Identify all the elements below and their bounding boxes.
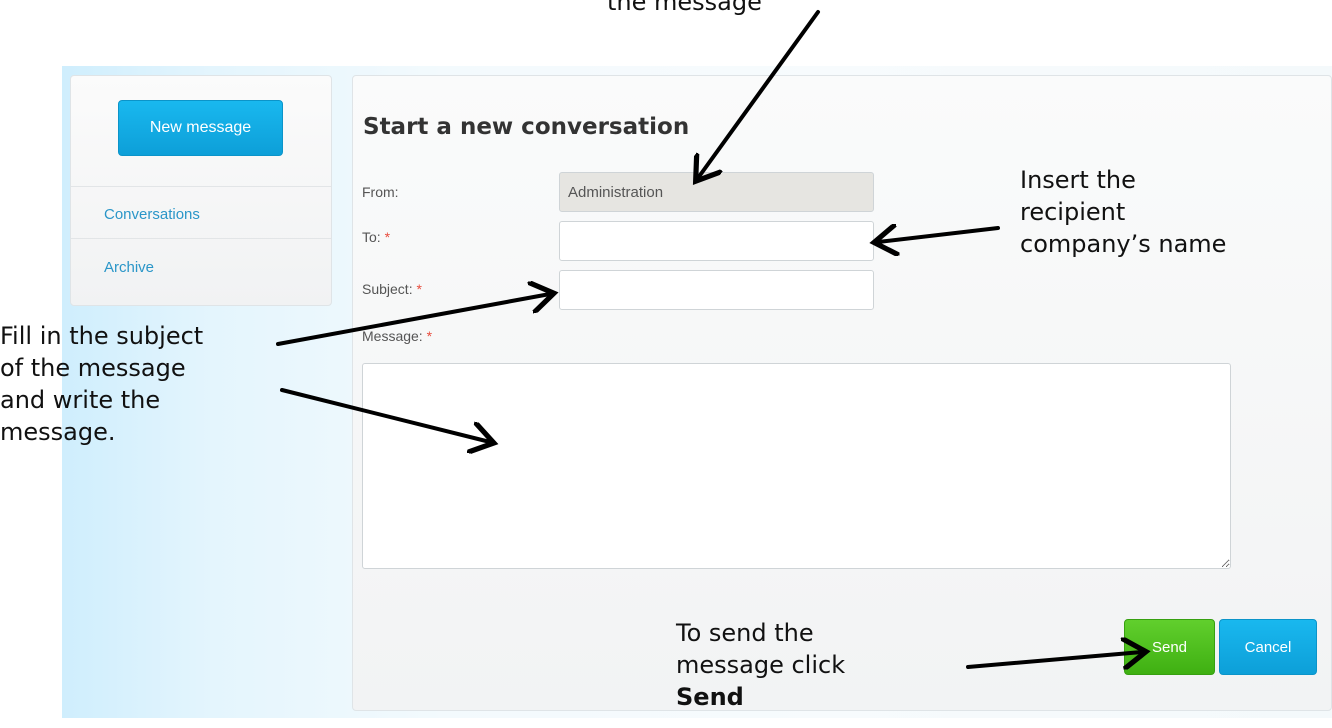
arrow-to-subject-field [276,294,550,346]
arrow-to-from-field [698,10,820,178]
arrow-to-send-button [966,652,1142,667]
arrow-to-recipient-field [878,228,1000,242]
arrow-to-message-area [280,388,490,442]
annotation-arrows [276,10,1332,728]
